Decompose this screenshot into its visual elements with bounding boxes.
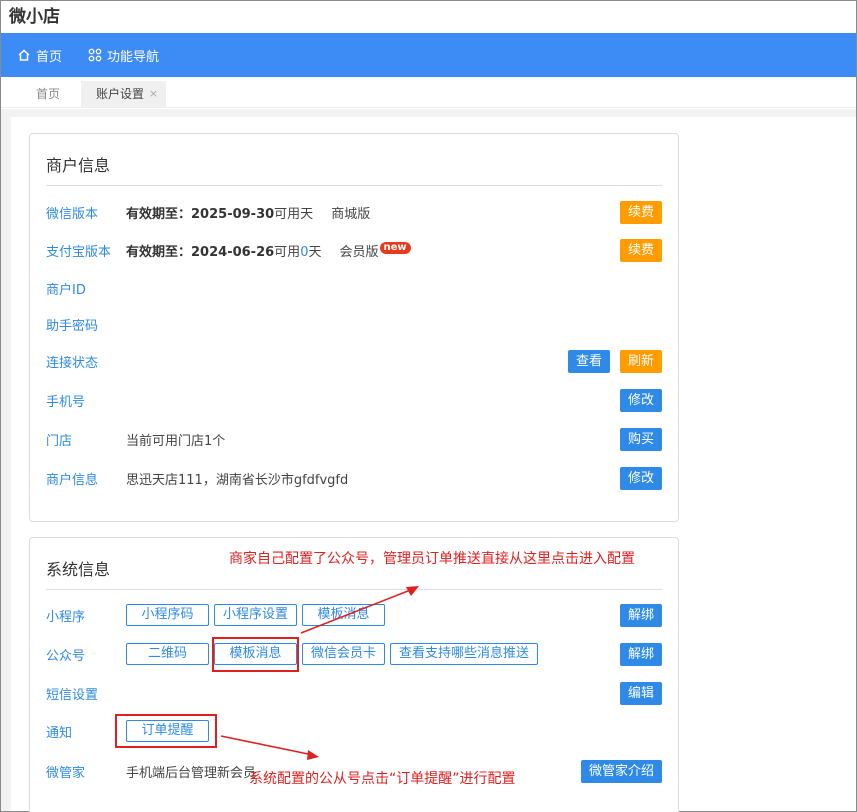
days-unit: 天 (308, 244, 322, 260)
steward-intro-button[interactable]: 微管家介绍 (580, 760, 662, 783)
row-assistant-password: 助手密码 (46, 311, 662, 337)
expiry-prefix: 有效期至： (126, 206, 192, 222)
row-label: 助手密码 (46, 318, 99, 334)
row-merchant-id: 商户ID (46, 275, 662, 301)
top-navigation: 首页 功能导航 (1, 33, 856, 77)
edition: 会员版 (339, 244, 379, 260)
row-official-account: 公众号 二维码 模板消息 微信会员卡 查看支持哪些消息推送 解绑 (46, 641, 662, 667)
app-title: 微小店 (1, 1, 856, 33)
nav-home-label: 首页 (36, 49, 63, 65)
unbind-button[interactable]: 解绑 (619, 643, 662, 666)
row-label: 通知 (46, 725, 73, 741)
mini-program-code-button[interactable]: 小程序码 (126, 604, 209, 626)
expiry-date: 2024-06-26 (191, 244, 275, 260)
availability: 可用天 (274, 206, 314, 222)
row-value: 有效期至：2024-06-26可用0天 会员版 new (126, 241, 411, 260)
row-label: 微信版本 (46, 206, 99, 222)
row-label: 连接状态 (46, 355, 99, 371)
edit-phone-button[interactable]: 修改 (619, 389, 662, 412)
card-title: 商户信息 (46, 156, 111, 175)
row-label: 小程序 (46, 609, 86, 625)
divider (46, 589, 662, 590)
row-value: 有效期至：2025-09-30可用天 商城版 (126, 203, 370, 222)
row-label: 微管家 (46, 765, 86, 781)
availability: 可用 (274, 244, 301, 260)
expiry-prefix: 有效期至： (126, 244, 192, 260)
row-label: 手机号 (46, 394, 86, 410)
row-value: 手机端后台管理新会员 (126, 765, 257, 781)
highlight-order-reminder (115, 714, 217, 748)
row-label: 公众号 (46, 648, 86, 664)
unbind-button[interactable]: 解绑 (619, 604, 662, 627)
row-value: 当前可用门店1个 (126, 433, 226, 449)
home-icon (18, 49, 30, 61)
expiry-date: 2025-09-30 (191, 206, 275, 222)
divider (46, 185, 662, 186)
new-badge: new (379, 241, 411, 254)
row-merchant-info: 商户信息 思迅天店111，湖南省长沙市gfdfvgfd 修改 (46, 465, 662, 491)
tab-account-settings[interactable]: 账户设置 × (81, 81, 167, 107)
row-value: 思迅天店111，湖南省长沙市gfdfvgfd (126, 472, 349, 488)
row-store: 门店 当前可用门店1个 购买 (46, 426, 662, 452)
row-label: 短信设置 (46, 687, 99, 703)
tab-home[interactable]: 首页 (21, 81, 75, 107)
buy-button[interactable]: 购买 (619, 428, 662, 451)
row-mini-program: 小程序 小程序码 小程序设置 模板消息 解绑 (46, 602, 662, 628)
row-label: 商户信息 (46, 472, 99, 488)
annotation-bottom: 系统配置的公从号点击“订单提醒”进行配置 (249, 771, 516, 787)
edit-sms-button[interactable]: 编辑 (619, 682, 662, 705)
nav-function-guide[interactable]: 功能导航 (88, 46, 159, 65)
nav-home[interactable]: 首页 (17, 46, 62, 65)
card-title: 系统信息 (46, 560, 111, 579)
row-connection-status: 连接状态 查看 刷新 (46, 348, 662, 374)
row-sms-settings: 短信设置 编辑 (46, 680, 662, 706)
renew-button[interactable]: 续费 (619, 201, 662, 224)
tab-bar: 首页 账户设置 × (1, 77, 856, 108)
edit-info-button[interactable]: 修改 (619, 467, 662, 490)
nav-function-guide-label: 功能导航 (107, 49, 160, 65)
refresh-button[interactable]: 刷新 (619, 350, 662, 373)
renew-button[interactable]: 续费 (619, 239, 662, 262)
row-wechat-version: 微信版本 有效期至：2025-09-30可用天 商城版 续费 (46, 199, 662, 225)
row-phone: 手机号 修改 (46, 387, 662, 413)
row-label: 商户ID (46, 282, 86, 298)
edition: 商城版 (331, 206, 371, 222)
mini-template-message-button[interactable]: 模板消息 (302, 604, 385, 626)
row-label: 支付宝版本 (46, 244, 112, 260)
grid-icon (88, 48, 102, 62)
wechat-member-card-button[interactable]: 微信会员卡 (302, 643, 385, 665)
merchant-info-card: 商户信息 微信版本 有效期至：2025-09-30可用天 商城版 续费 支付宝版本… (29, 133, 679, 522)
qr-code-button[interactable]: 二维码 (126, 643, 209, 665)
view-button[interactable]: 查看 (567, 350, 610, 373)
annotation-top: 商家自己配置了公众号，管理员订单推送直接从这里点击进入配置 (229, 551, 635, 567)
tab-account-settings-label: 账户设置 (96, 87, 145, 101)
row-alipay-version: 支付宝版本 有效期至：2024-06-26可用0天 会员版 new 续费 (46, 237, 662, 263)
highlight-template-message (212, 637, 299, 672)
mini-program-settings-button[interactable]: 小程序设置 (214, 604, 297, 626)
close-icon[interactable]: × (149, 81, 158, 107)
supported-push-button[interactable]: 查看支持哪些消息推送 (390, 643, 539, 665)
row-label: 门店 (46, 433, 73, 449)
